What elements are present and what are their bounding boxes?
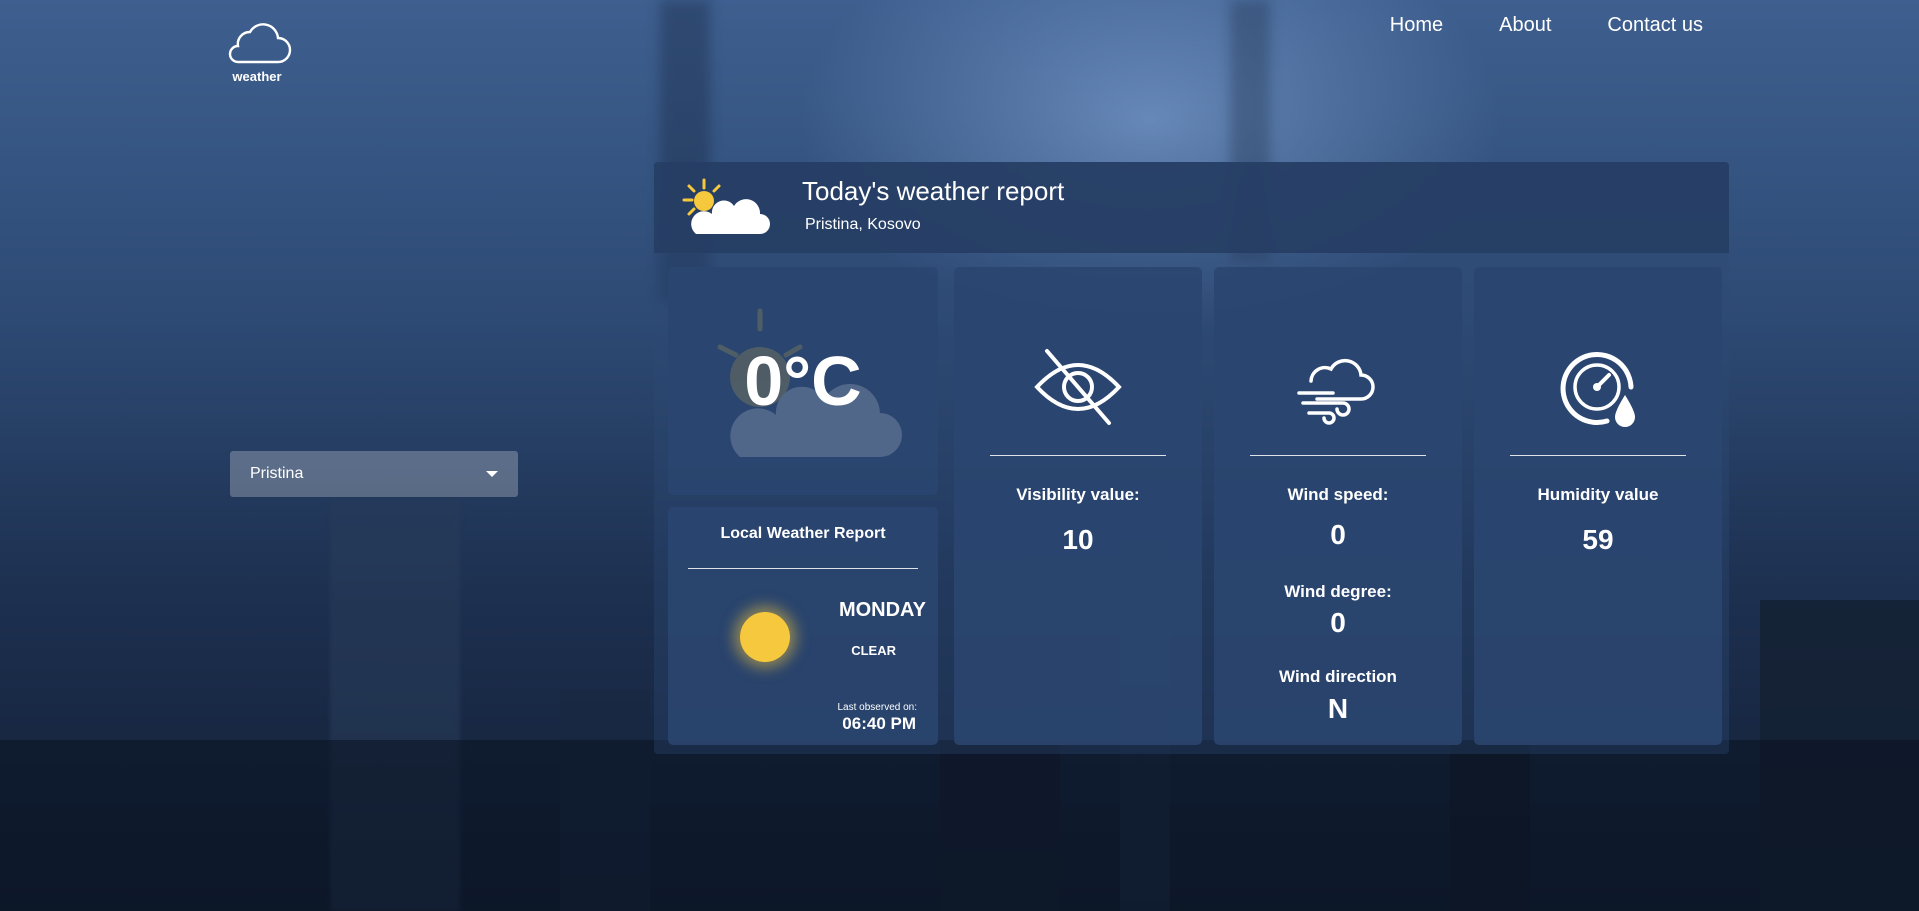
cloud-wind-icon [1297, 358, 1375, 425]
weekday: MONDAY [838, 599, 926, 621]
sun-icon [740, 612, 790, 662]
local-weather-title: Local Weather Report [720, 525, 886, 542]
wind-speed-value: 0 [1330, 519, 1346, 550]
city-select-value: Pristina [250, 465, 304, 482]
logo-text: weather [232, 69, 282, 84]
cloud-outline-icon [228, 23, 292, 64]
last-observed-label: Last observed on: [837, 702, 918, 713]
eye-slash-icon [1034, 349, 1122, 425]
gauge-droplet-icon [1560, 352, 1635, 427]
report-title: Today's weather report [802, 176, 1065, 206]
wind-degree-value: 0 [1330, 607, 1346, 638]
temperature-card: 0°C [668, 267, 938, 495]
wind-card: Wind speed: 0 Wind degree: 0 Wind direct… [1214, 267, 1462, 745]
visibility-card: Visibility value: 10 [954, 267, 1202, 745]
local-weather-card: Local Weather Report MONDAY CLEAR Last o… [668, 507, 938, 745]
visibility-divider [990, 455, 1166, 456]
nav-home[interactable]: Home [1390, 14, 1443, 37]
humidity-value: 59 [1582, 524, 1614, 555]
humidity-divider [1510, 455, 1686, 456]
city-select[interactable]: Pristina [230, 451, 518, 497]
wind-divider [1250, 455, 1426, 456]
wind-degree-label: Wind degree: [1284, 582, 1392, 601]
top-nav: Home About Contact us [1390, 14, 1703, 37]
nav-about[interactable]: About [1499, 14, 1551, 37]
nav-contact[interactable]: Contact us [1607, 14, 1703, 37]
partly-sunny-icon [682, 178, 770, 234]
condition: CLEAR [851, 643, 896, 658]
last-observed-time: 06:40 PM [842, 714, 916, 733]
wind-direction-label: Wind direction [1279, 667, 1397, 686]
visibility-label: Visibility value: [1016, 485, 1140, 504]
weather-report-panel: Today's weather report Pristina, Kosovo … [654, 162, 1729, 754]
chevron-down-icon [486, 471, 498, 477]
wind-direction-value: N [1327, 693, 1349, 724]
visibility-value: 10 [1062, 524, 1094, 555]
report-location: Pristina, Kosovo [805, 216, 921, 233]
wind-speed-label: Wind speed: [1287, 485, 1389, 504]
humidity-card: Humidity value 59 [1474, 267, 1722, 745]
logo[interactable]: weather [222, 20, 292, 84]
local-divider [688, 568, 918, 569]
humidity-label: Humidity value [1537, 485, 1659, 504]
temperature-value: 0°C [744, 342, 862, 420]
report-header: Today's weather report Pristina, Kosovo [654, 162, 1729, 253]
